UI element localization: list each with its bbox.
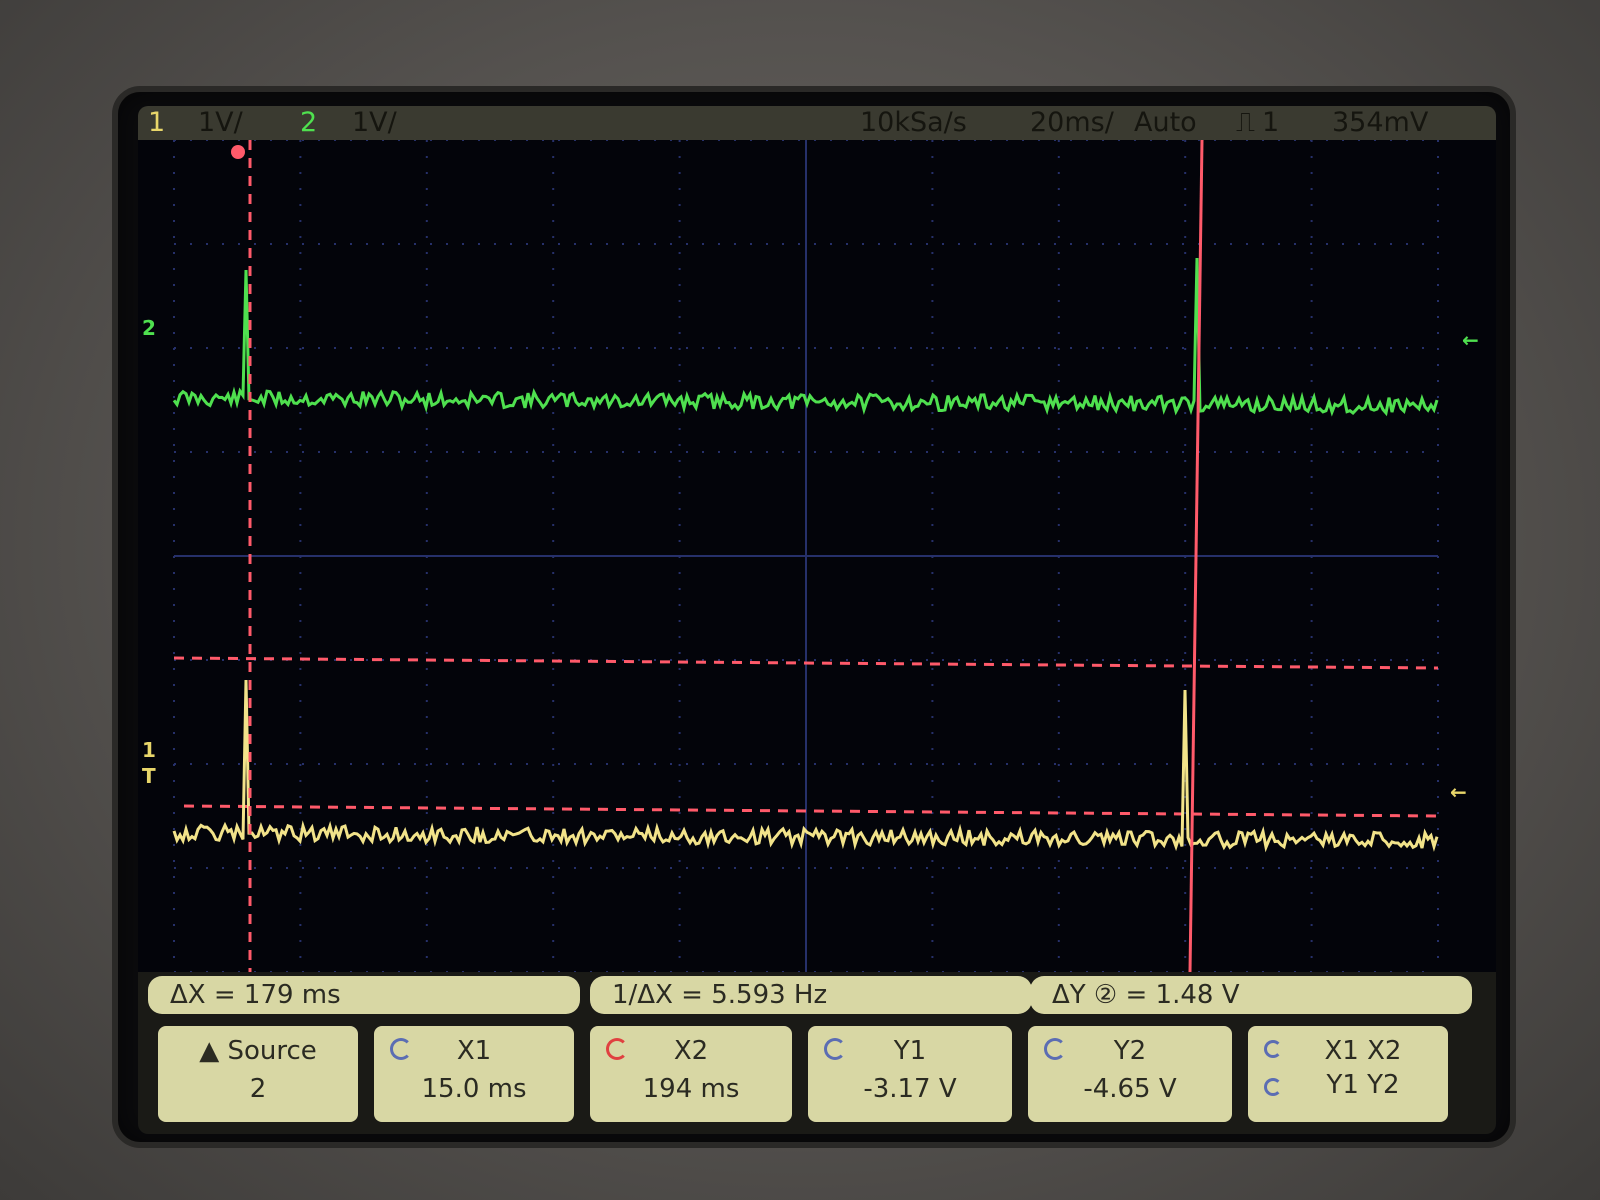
status-bar: 1 1V/ 2 1V/ 10kSa/s 20ms/ Auto ⎍ 1 354mV xyxy=(138,106,1496,140)
x-pair-label: X1 X2 xyxy=(1324,1036,1402,1066)
trigger-level: 354mV xyxy=(1332,107,1429,138)
y1-softkey[interactable]: Y1 -3.17 V xyxy=(808,1026,1012,1122)
waveform-display xyxy=(138,140,1496,972)
trigger-position-marker xyxy=(231,145,245,159)
x1-label: X1 xyxy=(456,1036,492,1066)
x1-value: 15.0 ms xyxy=(421,1074,527,1104)
y-pair-label: Y1 Y2 xyxy=(1326,1070,1400,1100)
trigger-edge-icon: ⎍ xyxy=(1236,107,1255,138)
x1-softkey[interactable]: X1 15.0 ms xyxy=(374,1026,574,1122)
inv-delta-x-readout: 1/ΔX = 5.593 Hz xyxy=(590,976,1032,1014)
ch2-ground-marker[interactable]: 2 xyxy=(142,316,156,340)
delta-x-readout: ΔX = 179 ms xyxy=(148,976,580,1014)
timebase: 20ms/ xyxy=(1030,107,1114,138)
ch1-scale: 1V/ xyxy=(198,107,243,138)
x2-softkey[interactable]: X2 194 ms xyxy=(590,1026,792,1122)
y2-value: -4.65 V xyxy=(1083,1074,1177,1104)
ch1-ground-marker[interactable]: 1 xyxy=(142,738,156,762)
y2-label: Y2 xyxy=(1113,1036,1147,1066)
delta-y-readout: ΔY ② = 1.48 V xyxy=(1030,976,1472,1014)
oscilloscope-screen: 1 1V/ 2 1V/ 10kSa/s 20ms/ Auto ⎍ 1 354mV… xyxy=(138,106,1496,1134)
x2-value: 194 ms xyxy=(642,1074,740,1104)
ch2-indicator[interactable]: 2 xyxy=(300,106,317,140)
x2-label: X2 xyxy=(673,1036,709,1066)
trigger-level-marker[interactable]: T xyxy=(142,764,156,788)
y2-softkey[interactable]: Y2 -4.65 V xyxy=(1028,1026,1232,1122)
trigger-mode: Auto xyxy=(1134,107,1197,138)
ch1-indicator[interactable]: 1 xyxy=(148,106,165,140)
y1-value: -3.17 V xyxy=(863,1074,957,1104)
trigger-source: 1 xyxy=(1262,107,1280,138)
source-value: 2 xyxy=(249,1074,267,1104)
ch2-right-arrow-icon: ← xyxy=(1462,328,1479,352)
sample-rate: 10kSa/s xyxy=(860,107,967,138)
source-softkey[interactable]: ▲ Source 2 xyxy=(158,1026,358,1122)
cursor-pair-softkey[interactable]: X1 X2 Y1 Y2 xyxy=(1248,1026,1448,1122)
ch1-right-arrow-icon: ← xyxy=(1450,780,1467,804)
y1-label: Y1 xyxy=(893,1036,927,1066)
softkey-area: ΔX = 179 ms 1/ΔX = 5.593 Hz ΔY ② = 1.48 … xyxy=(138,972,1496,1134)
source-label: Source xyxy=(227,1036,317,1066)
ch2-scale: 1V/ xyxy=(352,107,397,138)
